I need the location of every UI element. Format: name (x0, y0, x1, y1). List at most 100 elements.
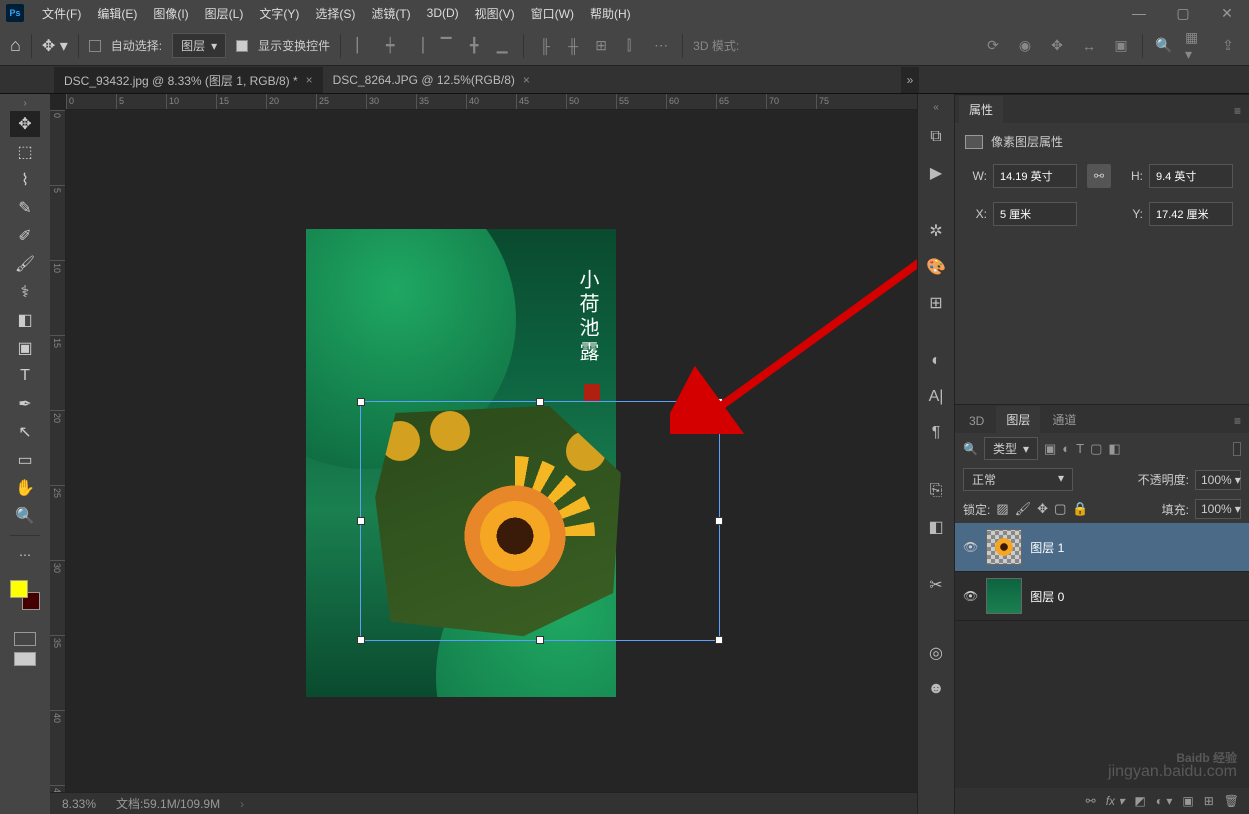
menu-view[interactable]: 视图(V) (467, 5, 523, 22)
show-transform-checkbox[interactable]: ✓ (236, 40, 248, 52)
home-icon[interactable]: ⌂ (10, 35, 21, 56)
tab-doc-active[interactable]: DSC_93432.jpg @ 8.33% (图层 1, RGB/8) * × (54, 67, 323, 93)
character-icon[interactable]: A| (924, 385, 948, 409)
hand-tool[interactable]: ✋ (10, 475, 40, 501)
fx-icon[interactable]: fx ▾ (1106, 794, 1125, 808)
filter-type-icon[interactable]: T (1076, 441, 1084, 456)
paragraph-icon[interactable]: ¶ (924, 421, 948, 445)
x-input[interactable]: 5 厘米 (993, 202, 1077, 226)
tabs-overflow-icon[interactable]: » (901, 67, 919, 93)
menu-image[interactable]: 图像(I) (145, 5, 196, 22)
3d-pan-icon[interactable]: ✥ (1046, 35, 1068, 57)
navigator-icon[interactable]: ✲ (924, 219, 948, 243)
canvas-area[interactable]: 05 1015 2025 3035 4045 5055 6065 7075 05… (50, 94, 917, 814)
panel-menu-icon[interactable]: ≡ (1226, 409, 1249, 433)
visibility-icon[interactable]: 👁 (963, 540, 978, 554)
edit-toolbar-icon[interactable]: ⋯ (10, 542, 40, 568)
status-zoom[interactable]: 8.33% (62, 797, 96, 811)
menu-file[interactable]: 文件(F) (34, 5, 89, 22)
filter-pixel-icon[interactable]: ▣ (1044, 441, 1056, 457)
tab-layers[interactable]: 图层 (996, 406, 1040, 433)
3d-orbit-icon[interactable]: ⟳ (982, 35, 1004, 57)
zoom-tool[interactable]: 🔍 (10, 503, 40, 529)
lock-paint-icon[interactable]: 🖌 (1015, 501, 1032, 517)
lock-artboard-icon[interactable]: ▢ (1054, 501, 1066, 517)
delete-layer-icon[interactable]: 🗑 (1224, 794, 1239, 808)
dist-v-icon[interactable]: ╫ (562, 35, 584, 57)
3d-slide-icon[interactable]: ↔ (1078, 35, 1100, 57)
blend-mode-dropdown[interactable]: 正常▾ (963, 468, 1073, 491)
gradient-tool[interactable]: ▣ (10, 335, 40, 361)
visibility-icon[interactable]: 👁 (963, 589, 978, 603)
foreground-color[interactable] (10, 580, 28, 598)
tab-properties[interactable]: 属性 (959, 96, 1003, 123)
tools-preset-icon[interactable]: ✂ (924, 573, 948, 597)
layers-shortcut-icon[interactable]: ◧ (924, 515, 948, 539)
transform-handle[interactable] (715, 517, 723, 525)
align-top-icon[interactable]: ▔ (435, 35, 457, 57)
maximize-button[interactable]: ▢ (1161, 0, 1205, 26)
actions-icon[interactable]: ▶ (924, 161, 948, 185)
lock-position-icon[interactable]: ✥ (1037, 501, 1048, 517)
lasso-tool[interactable]: ⌇ (10, 167, 40, 193)
tab-close-icon[interactable]: × (306, 73, 313, 87)
cc-icon[interactable]: ◎ (924, 641, 948, 665)
menu-type[interactable]: 文字(Y) (251, 5, 307, 22)
ghost-icon[interactable]: ☻ (924, 677, 948, 701)
auto-select-dropdown[interactable]: 图层▾ (172, 33, 226, 58)
tab-close-icon[interactable]: × (523, 73, 530, 87)
layer-thumbnail[interactable] (986, 578, 1022, 614)
y-input[interactable]: 17.42 厘米 (1149, 202, 1233, 226)
move-tool[interactable]: ✥ (10, 111, 40, 137)
libraries-icon[interactable]: ⎘ (924, 479, 948, 503)
menu-layer[interactable]: 图层(L) (197, 5, 252, 22)
quickmask-icon[interactable] (14, 632, 36, 646)
arrange-icon[interactable]: ▦ ▾ (1185, 35, 1207, 57)
type-tool[interactable]: T (10, 363, 40, 389)
transform-handle[interactable] (715, 398, 723, 406)
layer-name[interactable]: 图层 1 (1030, 539, 1064, 556)
filter-toggle[interactable] (1233, 442, 1241, 456)
new-layer-icon[interactable]: ⊞ (1204, 794, 1214, 808)
fill-input[interactable]: 100%▾ (1195, 499, 1241, 519)
tab-doc-inactive[interactable]: DSC_8264.JPG @ 12.5%(RGB/8) × (323, 67, 540, 93)
transform-handle[interactable] (357, 517, 365, 525)
align-bottom-icon[interactable]: ▁ (491, 35, 513, 57)
filter-adjust-icon[interactable]: ◐ (1062, 441, 1070, 456)
transform-handle[interactable] (357, 636, 365, 644)
transform-handle[interactable] (357, 398, 365, 406)
link-wh-icon[interactable]: ⚯ (1087, 164, 1111, 188)
eyedropper-tool[interactable]: ✐ (10, 223, 40, 249)
lock-transparent-icon[interactable]: ▨ (996, 501, 1008, 517)
status-arrow-icon[interactable]: › (240, 797, 244, 811)
quick-select-tool[interactable]: ✎ (10, 195, 40, 221)
align-middle-icon[interactable]: ╋ (463, 35, 485, 57)
layer-item[interactable]: 👁 图层 1 (955, 523, 1249, 572)
dist-space-icon[interactable]: ⊞ (590, 35, 612, 57)
swatches-icon[interactable]: ⊞ (924, 291, 948, 315)
clone-tool[interactable]: ⚕ (10, 279, 40, 305)
link-layers-icon[interactable]: ⚯ (1086, 794, 1096, 808)
close-button[interactable]: ✕ (1205, 0, 1249, 26)
color-swatches[interactable] (10, 580, 40, 610)
search-icon[interactable]: 🔍 (1153, 35, 1175, 57)
transform-handle[interactable] (536, 398, 544, 406)
shape-tool[interactable]: ▭ (10, 447, 40, 473)
filter-type-dropdown[interactable]: 类型▾ (984, 437, 1038, 460)
mask-icon[interactable]: ◩ (1134, 794, 1145, 808)
filter-smart-icon[interactable]: ◧ (1108, 441, 1120, 457)
options-more-icon[interactable]: ⋯ (650, 35, 672, 57)
group-icon[interactable]: ▣ (1182, 794, 1193, 808)
marquee-tool[interactable]: ⬚ (10, 139, 40, 165)
align-left-icon[interactable]: ▏ (351, 35, 373, 57)
color-icon[interactable]: 🎨 (924, 255, 948, 279)
path-select-tool[interactable]: ↖ (10, 419, 40, 445)
3d-roll-icon[interactable]: ◉ (1014, 35, 1036, 57)
align-edges-icon[interactable]: ⫿ (618, 35, 640, 57)
align-center-h-icon[interactable]: ┿ (379, 35, 401, 57)
3d-camera-icon[interactable]: ▣ (1110, 35, 1132, 57)
height-input[interactable]: 9.4 英寸 (1149, 164, 1233, 188)
transform-handle[interactable] (536, 636, 544, 644)
transform-handle[interactable] (715, 636, 723, 644)
menu-filter[interactable]: 滤镜(T) (363, 5, 418, 22)
